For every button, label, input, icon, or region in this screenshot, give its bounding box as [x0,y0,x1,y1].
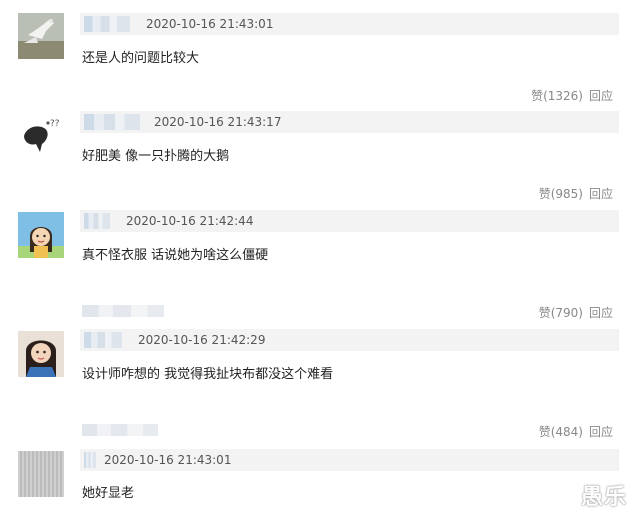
comment-header: 2020-10-16 21:42:44 [80,210,619,232]
avatar[interactable] [18,212,64,258]
timestamp: 2020-10-16 21:43:01 [104,453,232,467]
like-button[interactable]: 赞 [539,424,551,440]
username-blurred[interactable] [84,16,130,32]
like-button[interactable]: 赞 [539,186,551,202]
cartoon-avatar-icon [18,212,64,258]
comment-item: 2020-10-16 21:43:01 她好显老 [0,449,641,517]
like-count: (484) [550,425,583,439]
comment-header: 2020-10-16 21:43:01 [80,449,619,471]
avatar[interactable] [18,13,64,59]
comment-text: 设计师咋想的 我觉得我扯块布都没这个难看 [82,367,334,382]
like-button[interactable]: 赞 [539,305,551,321]
like-button[interactable]: 赞 [531,88,543,104]
timestamp: 2020-10-16 21:43:17 [154,115,282,129]
blurred-reply-preview [82,424,158,436]
comment-actions: 赞(790) 回应 [539,305,613,321]
comment-text: 还是人的问题比较大 [82,51,200,66]
bird-avatar-icon: ?? [18,114,64,160]
comment-header: 2020-10-16 21:42:29 [80,329,619,351]
photo-avatar-icon [18,331,64,377]
placeholder-avatar-icon [18,451,64,497]
like-count: (1326) [543,89,583,103]
comment-item: 2020-10-16 21:42:44 真不怪衣服 话说她为啥这么僵硬 赞(79… [0,210,641,328]
username-blurred[interactable] [84,213,110,229]
comment-text: 她好显老 [82,486,135,501]
comment-text: 好肥美 像一只扑腾的大鹅 [82,149,230,164]
username-blurred[interactable] [84,114,140,130]
comment-text: 真不怪衣服 话说她为啥这么僵硬 [82,248,269,263]
timestamp: 2020-10-16 21:42:29 [138,333,266,347]
username-blurred[interactable] [84,332,122,348]
reply-button[interactable]: 回应 [589,424,613,440]
svg-text:??: ?? [50,119,60,129]
avatar[interactable] [18,331,64,377]
reply-button[interactable]: 回应 [589,305,613,321]
timestamp: 2020-10-16 21:43:01 [146,17,274,31]
comment-item: 2020-10-16 21:42:29 设计师咋想的 我觉得我扯块布都没这个难看… [0,329,641,447]
blurred-reply-preview [82,305,164,317]
comment-header: 2020-10-16 21:43:17 [80,111,619,133]
reply-button[interactable]: 回应 [589,186,613,202]
like-count: (985) [550,187,583,201]
comment-item: ?? 2020-10-16 21:43:17 好肥美 像一只扑腾的大鹅 赞(98… [0,111,641,211]
watermark-logo: 愚乐 [580,485,627,510]
bird-avatar-icon [18,13,64,59]
timestamp: 2020-10-16 21:42:44 [126,214,254,228]
reply-button[interactable]: 回应 [589,88,613,104]
avatar[interactable] [18,451,64,497]
comment-header: 2020-10-16 21:43:01 [80,13,619,35]
like-count: (790) [550,306,583,320]
comment-item: 2020-10-16 21:43:01 还是人的问题比较大 赞(1326) 回应 [0,13,641,113]
username-blurred[interactable] [84,452,96,468]
avatar[interactable]: ?? [18,114,64,160]
comment-actions: 赞(985) 回应 [539,186,613,202]
comment-actions: 赞(484) 回应 [539,424,613,440]
comment-list: 2020-10-16 21:43:01 还是人的问题比较大 赞(1326) 回应 … [0,0,641,517]
comment-actions: 赞(1326) 回应 [531,88,613,104]
